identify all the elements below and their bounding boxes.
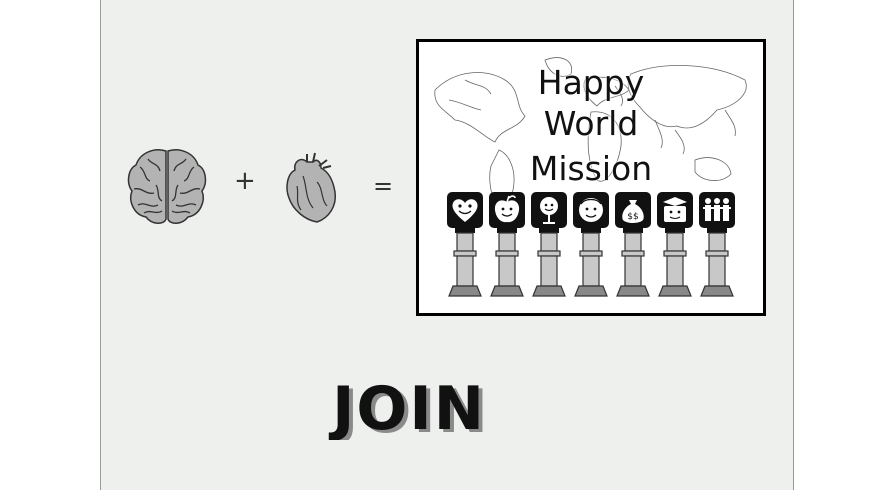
join-button[interactable]: JOIN JOIN xyxy=(296,376,526,440)
poster-title-line-3: Mission xyxy=(529,149,653,188)
main-stage: + = Happy World Mission $$ JOIN JOIN xyxy=(101,0,793,490)
brain-icon xyxy=(127,149,207,224)
right-margin-panel xyxy=(793,0,890,490)
pillar-people xyxy=(697,192,737,304)
face-icon xyxy=(579,198,603,222)
happy-world-mission-poster: Happy World Mission $$ xyxy=(416,39,766,316)
heart-icon xyxy=(286,152,337,223)
plus-sign: + xyxy=(234,166,256,196)
pillar-apple xyxy=(487,192,527,304)
poster-title-line-1: Happy xyxy=(537,63,645,102)
left-margin-panel xyxy=(0,0,101,490)
equals-sign: = xyxy=(373,172,394,200)
people-group-icon xyxy=(703,198,731,221)
poster-title-line-2: World xyxy=(543,104,639,143)
graduate-face-icon xyxy=(663,197,687,222)
pillar-microphone xyxy=(529,192,569,304)
svg-text:$$: $$ xyxy=(627,212,638,222)
pillar-face xyxy=(571,192,611,304)
pillar-smiling-heart xyxy=(445,192,485,304)
pillar-graduate xyxy=(655,192,695,304)
pillar-row: $$ xyxy=(445,192,745,304)
join-label: JOIN xyxy=(328,376,486,440)
pillar-money-bag: $$ xyxy=(613,192,653,304)
